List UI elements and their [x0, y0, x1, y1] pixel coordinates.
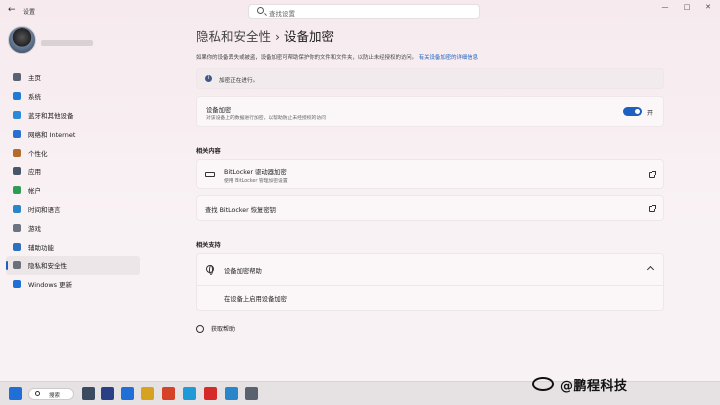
device-encryption-card: 设备加密 对该设备上的数据进行加密，以帮助防止未经授权的访问 开	[196, 96, 664, 127]
wifi-icon	[13, 129, 21, 138]
bitlocker-card[interactable]: BitLocker 驱动器加密 使用 BitLocker 管理加密设置	[196, 159, 664, 189]
related-content-heading: 相关内容	[196, 148, 221, 155]
sidebar-item[interactable]: 时间和语言	[6, 200, 140, 219]
brush-icon	[13, 148, 21, 157]
wps-icon[interactable]	[204, 387, 217, 400]
system-icon	[13, 92, 21, 101]
search-input[interactable]: 查找设置	[248, 4, 480, 19]
mail-icon[interactable]	[121, 387, 134, 400]
sidebar-item[interactable]: 个性化	[6, 143, 140, 162]
description-text: 如果你的设备丢失或被盗，设备加密可帮助保护你的文件和文件夹，以防止未经授权的访问…	[196, 55, 418, 61]
sidebar-item-label: 游戏	[28, 224, 41, 233]
page-description: 如果你的设备丢失或被盗，设备加密可帮助保护你的文件和文件夹，以防止未经授权的访问…	[196, 53, 478, 61]
sidebar-item[interactable]: 帐户	[6, 181, 140, 200]
ai-icon[interactable]	[101, 387, 114, 400]
sidebar-item[interactable]: 辅助功能	[6, 237, 140, 256]
sidebar-item[interactable]: 蓝牙和其他设备	[6, 106, 140, 125]
account-icon	[13, 186, 21, 195]
bitlocker-drive-icon	[205, 172, 215, 177]
encryption-help-card: 设备加密帮助 在设备上启用设备加密	[196, 253, 664, 311]
sidebar-item-label: 时间和语言	[28, 205, 61, 214]
device-encryption-subtitle: 对该设备上的数据进行加密，以帮助防止未经授权的访问	[206, 116, 326, 121]
edge-icon[interactable]	[183, 387, 196, 400]
get-help-label: 获取帮助	[211, 326, 236, 333]
info-icon: i	[205, 75, 212, 82]
sidebar-item-label: 个性化	[28, 149, 48, 158]
bitlocker-subtitle: 使用 BitLocker 管理加密设置	[224, 179, 288, 184]
taskbar-search-label: 搜索	[49, 393, 61, 399]
search-icon	[35, 391, 40, 396]
game-icon	[13, 223, 21, 232]
avatar[interactable]	[8, 26, 36, 54]
related-support-heading: 相关支持	[196, 242, 221, 249]
sidebar-item-label: 帐户	[28, 187, 41, 196]
sidebar-item[interactable]: 游戏	[6, 218, 140, 237]
external-link-icon	[649, 205, 656, 212]
taskbar-search[interactable]: 搜索	[28, 388, 74, 400]
recovery-key-label: 查找 BitLocker 恢复密钥	[205, 207, 276, 214]
settings-window: ← 设置 查找设置 — □ ✕ 主页系统蓝牙和其他设备 网络和 Internet 个…	[0, 0, 720, 381]
recovery-key-card[interactable]: 查找 BitLocker 恢复密钥	[196, 195, 664, 221]
user-name-redacted	[41, 40, 93, 46]
bitlocker-title: BitLocker 驱动器加密	[224, 169, 287, 176]
apps-icon	[13, 167, 21, 176]
status-text: 加密正在进行。	[219, 78, 259, 84]
sidebar-item[interactable]: Windows 更新	[6, 275, 140, 294]
sidebar-item[interactable]: 网络和 Internet	[6, 124, 140, 143]
back-arrow-icon[interactable]: ←	[8, 5, 16, 15]
breadcrumb-parent[interactable]: 隐私和安全性	[196, 29, 271, 44]
start-icon[interactable]	[9, 387, 22, 400]
notepad-icon[interactable]	[225, 387, 238, 400]
get-help-link[interactable]: 获取帮助	[196, 324, 235, 333]
external-link-icon	[649, 171, 656, 178]
bluetooth-icon	[13, 110, 21, 119]
home-icon	[13, 73, 21, 82]
watermark-text: @鹏程科技	[560, 378, 628, 394]
store-icon[interactable]	[141, 387, 154, 400]
sidebar-item-label: Windows 更新	[28, 281, 73, 290]
sidebar-item-label: 应用	[28, 168, 41, 177]
sidebar-item-label: 蓝牙和其他设备	[28, 111, 74, 120]
sidebar-nav: 主页系统蓝牙和其他设备 网络和 Internet 个性化应用帐户时间和语言游戏辅助功…	[6, 68, 140, 294]
app-title: 设置	[23, 9, 36, 16]
sidebar-item-label: 系统	[28, 93, 41, 102]
breadcrumb-separator: ›	[275, 29, 281, 44]
watermark-logo-icon	[532, 377, 554, 391]
chevron-up-icon[interactable]	[646, 265, 655, 274]
sidebar-item[interactable]: 应用	[6, 162, 140, 181]
status-info-bar: i 加密正在进行。	[196, 68, 664, 89]
sidebar-item[interactable]: 主页	[6, 68, 140, 87]
device-encryption-title: 设备加密	[206, 107, 232, 114]
divider	[197, 285, 663, 286]
help-title[interactable]: 设备加密帮助	[224, 266, 262, 275]
accessibility-icon	[13, 242, 21, 251]
sidebar-item[interactable]: 隐私和安全性	[6, 255, 140, 275]
maximize-button[interactable]: □	[680, 3, 694, 11]
sidebar-item-label: 辅助功能	[28, 243, 54, 252]
shield-icon	[13, 261, 21, 270]
settings-gear-icon[interactable]	[245, 387, 258, 400]
title-bar: ← 设置 查找设置 — □ ✕	[0, 0, 720, 22]
device-encryption-toggle[interactable]	[623, 107, 642, 116]
globe-clock-icon	[13, 204, 21, 213]
breadcrumb: 隐私和安全性 › 设备加密	[196, 26, 334, 45]
sidebar-item-label: 隐私和安全性	[28, 262, 67, 271]
search-icon	[257, 7, 264, 14]
minimize-button[interactable]: —	[658, 3, 672, 11]
watermark: @鹏程科技	[532, 371, 718, 397]
page-title: 设备加密	[284, 29, 335, 44]
sidebar-item[interactable]: 系统	[6, 87, 140, 106]
help-chat-icon	[196, 324, 204, 333]
learn-more-link[interactable]: 有关设备加密的详细信息	[419, 55, 478, 61]
sidebar-item-label: 网络和 Internet	[28, 130, 76, 139]
update-icon	[13, 280, 21, 289]
globe-icon	[206, 265, 214, 275]
task-view-icon[interactable]	[82, 387, 95, 400]
toggle-state-label: 开	[647, 110, 654, 117]
help-link[interactable]: 在设备上启用设备加密	[224, 294, 287, 303]
close-button[interactable]: ✕	[701, 3, 715, 11]
search-placeholder: 查找设置	[269, 10, 295, 18]
sidebar-item-label: 主页	[28, 74, 41, 83]
chrome-icon[interactable]	[162, 387, 175, 400]
